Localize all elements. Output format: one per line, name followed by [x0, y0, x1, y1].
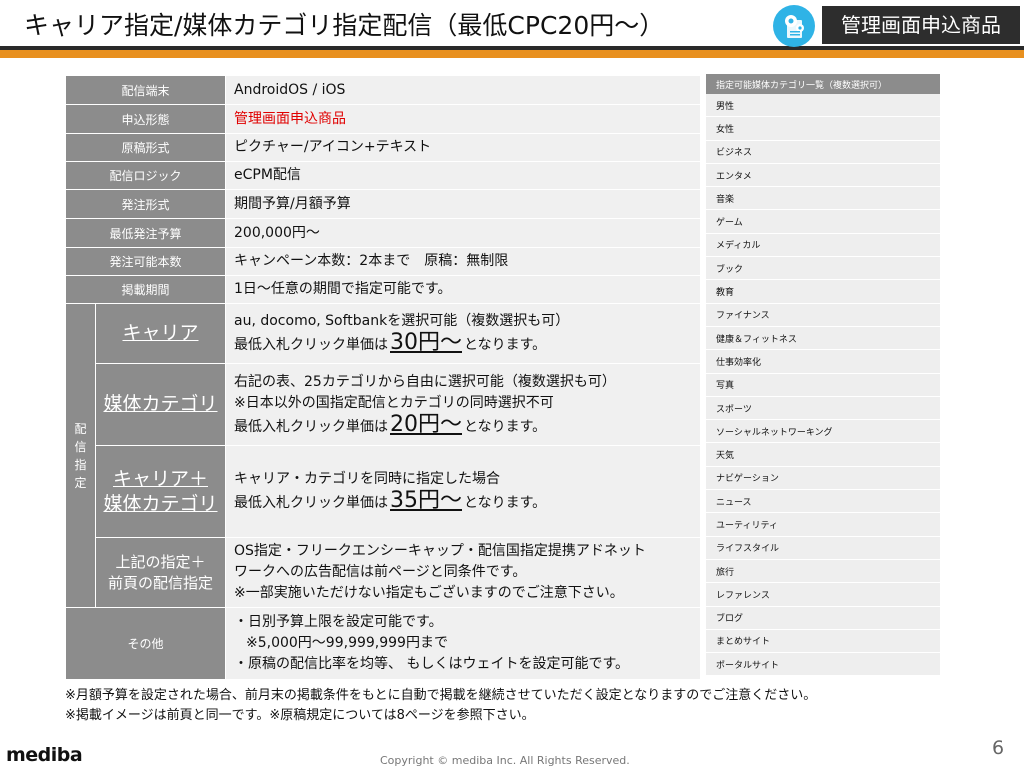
targeting-name: 媒体カテゴリ: [95, 363, 226, 446]
table-row-carrier: 配信指定 キャリア au, docomo, Softbankを選択可能（複数選択…: [65, 303, 701, 608]
row-label: 申込形態: [65, 104, 226, 134]
table-row-media-category: 媒体カテゴリ 右記の表、25カテゴリから自由に選択可能（複数選択も可） ※日本以…: [66, 363, 701, 446]
table-row: 配信端末 AndroidOS / iOS: [65, 75, 701, 105]
page-number: 6: [992, 737, 1005, 759]
category-table: 指定可能媒体カテゴリ一覧（複数選択可） 男性 女性 ビジネス エンタメ 音楽 ゲ…: [706, 74, 940, 677]
row-value: キャンペーン本数：2本まで 原稿：無制限: [225, 247, 701, 276]
table-row-other: その他 ・日別予算上限を設定可能です。 ※5,000円～99,999,999円ま…: [65, 607, 701, 680]
row-label: 原稿形式: [65, 133, 226, 162]
category-item: ポータルサイト: [706, 652, 940, 677]
category-item: ソーシャルネットワーキング: [706, 419, 940, 444]
category-item: メディカル: [706, 233, 940, 258]
targeting-group-label: 配信指定: [65, 303, 96, 608]
row-label: 配信端末: [65, 75, 226, 105]
category-item: ファイナンス: [706, 303, 940, 327]
table-row: 配信ロジック eCPM配信: [65, 161, 701, 190]
category-table-header: 指定可能媒体カテゴリ一覧（複数選択可）: [706, 74, 940, 94]
targeting-name: キャリア: [95, 303, 226, 364]
category-item: 天気: [706, 442, 940, 467]
row-label: 掲載期間: [65, 275, 226, 304]
category-item: 写真: [706, 373, 940, 397]
row-label: 最低発注予算: [65, 218, 226, 248]
targeting-name: 上記の指定＋ 前頁の配信指定: [95, 537, 226, 608]
table-row: 発注可能本数 キャンペーン本数：2本まで 原稿：無制限: [65, 247, 701, 276]
mediba-logo: mediba: [6, 744, 83, 766]
gear-document-icon: [773, 5, 815, 47]
row-value: 200,000円～: [225, 218, 701, 248]
targeting-desc: キャリア・カテゴリを同時に指定した場合 最低入札クリック単価は35円～ となります…: [225, 445, 701, 538]
title-accent-bar: [0, 50, 1024, 58]
category-item: ブログ: [706, 606, 940, 630]
category-item: エンタメ: [706, 163, 940, 188]
category-item: 音楽: [706, 186, 940, 211]
category-item: ビジネス: [706, 140, 940, 164]
category-item: ナビゲーション: [706, 466, 940, 491]
category-item: ライフスタイル: [706, 536, 940, 560]
targeting-name: キャリア＋ 媒体カテゴリ: [95, 445, 226, 538]
footnote: ※月額予算を設定された場合、前月末の掲載条件をもとに自動で掲載を継続させていただ…: [65, 688, 817, 703]
category-item: 女性: [706, 116, 940, 141]
category-item: スポーツ: [706, 396, 940, 421]
table-row: 掲載期間 1日～任意の期間で指定可能です。: [65, 275, 701, 304]
table-row: 最低発注予算 200,000円～: [65, 218, 701, 248]
targeting-desc: au, docomo, Softbankを選択可能（複数選択も可） 最低入札クリ…: [225, 303, 701, 364]
category-item: ユーティリティ: [706, 512, 940, 537]
category-item: ゲーム: [706, 209, 940, 234]
page-title: キャリア指定/媒体カテゴリ指定配信（最低CPC20円～）: [24, 11, 665, 40]
row-value: AndroidOS / iOS: [225, 75, 701, 105]
category-item: 旅行: [706, 559, 940, 584]
footnote: ※掲載イメージは前頁と同一です。※原稿規定については8ページを参照下さい。: [65, 708, 535, 723]
table-row: 発注形式 期間予算/月額予算: [65, 189, 701, 219]
category-item: 仕事効率化: [706, 349, 940, 374]
table-row: 申込形態 管理画面申込商品: [65, 104, 701, 134]
table-row: 原稿形式 ピクチャー/アイコン+テキスト: [65, 133, 701, 162]
targeting-desc: OS指定・フリークエンシーキャップ・配信国指定提携アドネット ワークへの広告配信…: [225, 537, 701, 608]
table-row-combined: 上記の指定＋ 前頁の配信指定 OS指定・フリークエンシーキャップ・配信国指定提携…: [66, 537, 701, 608]
category-item: 教育: [706, 279, 940, 304]
category-item: レファレンス: [706, 582, 940, 607]
row-value: 1日～任意の期間で指定可能です。: [225, 275, 701, 304]
row-value: 管理画面申込商品: [225, 104, 701, 134]
row-value: 期間予算/月額予算: [225, 189, 701, 219]
copyright-text: Copyright © mediba Inc. All Rights Reser…: [380, 754, 630, 767]
row-label: 発注可能本数: [65, 247, 226, 276]
category-item: 男性: [706, 94, 940, 118]
category-item: まとめサイト: [706, 629, 940, 654]
row-value: ピクチャー/アイコン+テキスト: [225, 133, 701, 162]
table-row-carrier-media: キャリア＋ 媒体カテゴリ キャリア・カテゴリを同時に指定した場合 最低入札クリッ…: [66, 445, 701, 538]
product-type-badge: 管理画面申込商品: [822, 6, 1020, 44]
row-label: 配信ロジック: [65, 161, 226, 190]
row-value: ・日別予算上限を設定可能です。 ※5,000円～99,999,999円まで ・原…: [225, 607, 701, 680]
targeting-desc: 右記の表、25カテゴリから自由に選択可能（複数選択も可） ※日本以外の国指定配信…: [225, 363, 701, 446]
row-value: eCPM配信: [225, 161, 701, 190]
row-label: その他: [65, 607, 226, 680]
category-item: 健康＆フィットネス: [706, 326, 940, 351]
row-label: 発注形式: [65, 189, 226, 219]
category-item: ブック: [706, 256, 940, 281]
footnotes: ※月額予算を設定された場合、前月末の掲載条件をもとに自動で掲載を継続させていただ…: [65, 686, 816, 726]
spec-table: 配信端末 AndroidOS / iOS 申込形態 管理画面申込商品 原稿形式 …: [65, 75, 701, 680]
category-item: ニュース: [706, 489, 940, 514]
